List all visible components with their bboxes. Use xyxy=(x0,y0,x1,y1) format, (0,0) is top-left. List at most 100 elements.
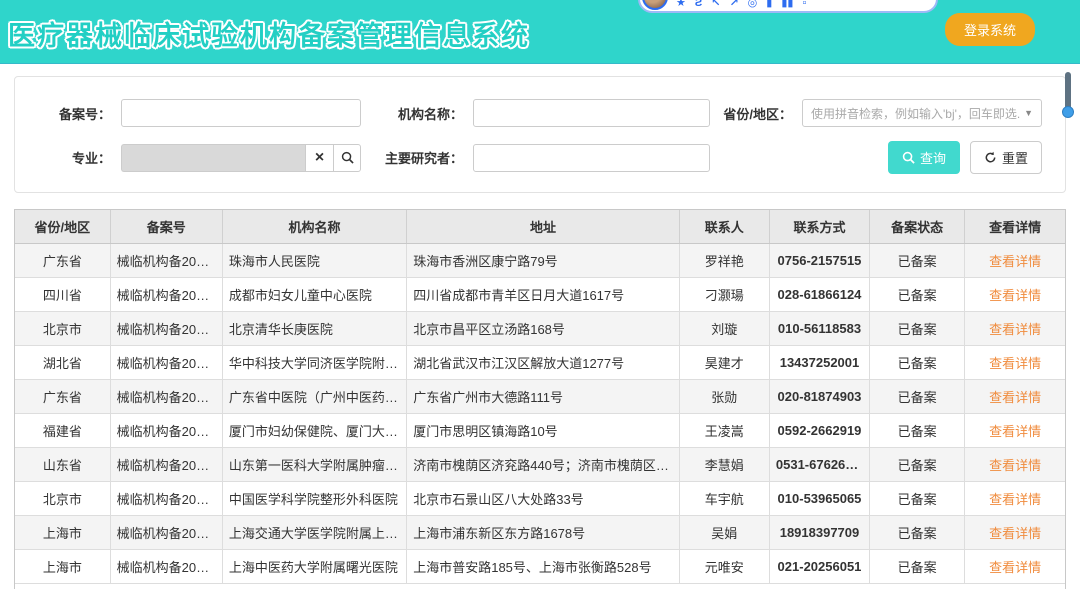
login-button[interactable]: 登录系统 xyxy=(945,13,1035,46)
cell-address: 上海市普安路185号、上海市张衡路528号 xyxy=(407,550,680,584)
cell-address: 广东省广州市大德路111号 xyxy=(407,380,680,414)
cell-detail: 查看详情 xyxy=(965,278,1065,312)
reset-button[interactable]: 重置 xyxy=(970,141,1042,174)
cell-status: 已备案 xyxy=(870,550,965,584)
province-label: 省份/地区： xyxy=(710,104,802,123)
view-detail-link[interactable]: 查看详情 xyxy=(989,424,1041,439)
cell-contact: 王凌嵩 xyxy=(679,414,769,448)
cell-status: 已备案 xyxy=(870,278,965,312)
record-no-input[interactable] xyxy=(121,99,361,127)
view-detail-link[interactable]: 查看详情 xyxy=(989,322,1041,337)
view-detail-link[interactable]: 查看详情 xyxy=(989,458,1041,473)
toolbar-icon[interactable]: ★ xyxy=(676,0,686,10)
toolbar-icon[interactable]: ↗ xyxy=(729,0,738,10)
cell-region: 上海市 xyxy=(15,516,110,550)
specialty-input-group: × xyxy=(121,144,361,172)
province-placeholder: 使用拼音检索，例如输入'bj'，回车即选... xyxy=(811,105,1020,122)
clear-x-icon: × xyxy=(315,149,324,167)
view-detail-link[interactable]: 查看详情 xyxy=(989,560,1041,575)
cell-contact: 罗祥艳 xyxy=(679,244,769,278)
cell-region: 四川省 xyxy=(15,278,110,312)
cell-contact: 刁灏瑒 xyxy=(679,278,769,312)
toolbar-icon[interactable]: ▮ xyxy=(766,0,772,10)
cell-region: 广东省 xyxy=(15,380,110,414)
annotation-toolbar[interactable]: ★Ƨ↖↗◎▮▮▮▫ xyxy=(638,0,938,13)
view-detail-link[interactable]: 查看详情 xyxy=(989,390,1041,405)
table-row: 山东省械临机构备201800007山东第一医科大学附属肿瘤医院（...济南市槐荫… xyxy=(15,448,1065,482)
cell-contact: 吴娟 xyxy=(679,516,769,550)
view-detail-link[interactable]: 查看详情 xyxy=(989,356,1041,371)
results-table: 省份/地区 备案号 机构名称 地址 联系人 联系方式 备案状态 查看详情 广东省… xyxy=(14,209,1066,589)
org-name-input[interactable] xyxy=(473,99,710,127)
cell-org: 华中科技大学同济医学院附属协和医院 xyxy=(222,346,406,380)
cell-org: 中国医学科学院整形外科医院 xyxy=(222,482,406,516)
view-detail-link[interactable]: 查看详情 xyxy=(989,254,1041,269)
cell-status: 已备案 xyxy=(870,244,965,278)
query-button[interactable]: 查询 xyxy=(888,141,960,174)
col-header-status: 备案状态 xyxy=(870,210,965,244)
cell-detail: 查看详情 xyxy=(965,482,1065,516)
table-row: 北京市械临机构备201800008中国医学科学院整形外科医院北京市石景山区八大处… xyxy=(15,482,1065,516)
cell-record-no: 械临机构备201800005 xyxy=(110,380,222,414)
col-header-address: 地址 xyxy=(407,210,680,244)
col-header-record-no: 备案号 xyxy=(110,210,222,244)
toolbar-icon[interactable]: ▮▮ xyxy=(781,0,793,10)
cell-record-no: 械临机构备201800010 xyxy=(110,550,222,584)
cell-org: 珠海市人民医院 xyxy=(222,244,406,278)
cell-phone: 010-56118583 xyxy=(769,312,869,346)
avatar[interactable] xyxy=(642,0,668,10)
toolbar-icon[interactable]: ▫ xyxy=(802,0,806,10)
view-detail-link[interactable]: 查看详情 xyxy=(989,492,1041,507)
col-header-org: 机构名称 xyxy=(222,210,406,244)
view-detail-link[interactable]: 查看详情 xyxy=(989,526,1041,541)
toolbar-icon[interactable]: Ƨ xyxy=(695,0,702,10)
cell-org: 成都市妇女儿童中心医院 xyxy=(222,278,406,312)
cell-detail: 查看详情 xyxy=(965,312,1065,346)
cell-org: 广东省中医院（广州中医药大学第... xyxy=(222,380,406,414)
cell-address: 珠海市香洲区康宁路79号 xyxy=(407,244,680,278)
cell-phone: 18918397709 xyxy=(769,516,869,550)
cell-phone: 021-20256051 xyxy=(769,550,869,584)
scroll-indicator[interactable] xyxy=(1061,72,1075,124)
cell-contact: 昊建才 xyxy=(679,346,769,380)
cell-region: 北京市 xyxy=(15,312,110,346)
cell-org: 山东第一医科大学附属肿瘤医院（... xyxy=(222,448,406,482)
pi-input[interactable] xyxy=(473,144,710,172)
refresh-icon xyxy=(984,151,997,164)
col-header-detail: 查看详情 xyxy=(965,210,1065,244)
cell-record-no: 械临机构备201800003 xyxy=(110,312,222,346)
cell-status: 已备案 xyxy=(870,312,965,346)
cell-detail: 查看详情 xyxy=(965,380,1065,414)
cell-phone: 020-81874903 xyxy=(769,380,869,414)
specialty-input[interactable] xyxy=(121,144,305,172)
cell-phone: 0592-2662919 xyxy=(769,414,869,448)
cell-address: 北京市昌平区立汤路168号 xyxy=(407,312,680,346)
app-header: 医疗器械临床试验机构备案管理信息系统 ★Ƨ↖↗◎▮▮▮▫ 登录系统 xyxy=(0,0,1080,64)
view-detail-link[interactable]: 查看详情 xyxy=(989,288,1041,303)
scroll-knob-icon[interactable] xyxy=(1062,106,1074,118)
cell-region: 广东省 xyxy=(15,244,110,278)
cell-contact: 元唯安 xyxy=(679,550,769,584)
cell-region: 湖北省 xyxy=(15,346,110,380)
cell-record-no: 械临机构备201800007 xyxy=(110,448,222,482)
cell-record-no: 械临机构备201800004 xyxy=(110,346,222,380)
col-header-phone: 联系方式 xyxy=(769,210,869,244)
cell-record-no: 械临机构备201800009 xyxy=(110,516,222,550)
table-row: 广东省械临机构备201800005广东省中医院（广州中医药大学第...广东省广州… xyxy=(15,380,1065,414)
cell-address: 北京市石景山区八大处路33号 xyxy=(407,482,680,516)
province-select[interactable]: 使用拼音检索，例如输入'bj'，回车即选... ▼ xyxy=(802,99,1042,127)
cell-contact: 车宇航 xyxy=(679,482,769,516)
cell-detail: 查看详情 xyxy=(965,414,1065,448)
cell-phone: 13437252001 xyxy=(769,346,869,380)
cell-detail: 查看详情 xyxy=(965,550,1065,584)
cell-detail: 查看详情 xyxy=(965,346,1065,380)
cell-detail: 查看详情 xyxy=(965,448,1065,482)
cell-record-no: 械临机构备201800006 xyxy=(110,414,222,448)
specialty-search-button[interactable] xyxy=(333,144,361,172)
clear-button[interactable]: × xyxy=(305,144,333,172)
toolbar-icon[interactable]: ↖ xyxy=(711,0,720,10)
toolbar-icon[interactable]: ◎ xyxy=(748,0,758,10)
cell-org: 厦门市妇幼保健院、厦门大学附属... xyxy=(222,414,406,448)
cell-org: 北京清华长庚医院 xyxy=(222,312,406,346)
chevron-down-icon: ▼ xyxy=(1024,108,1033,118)
